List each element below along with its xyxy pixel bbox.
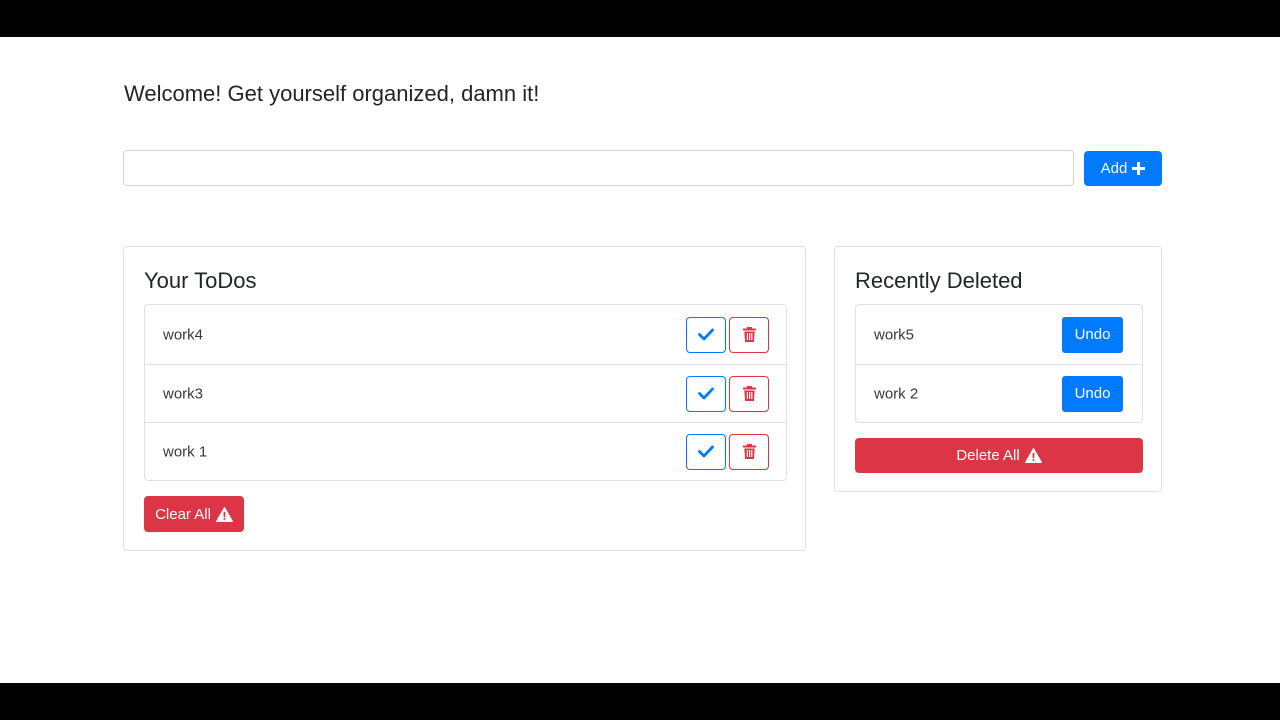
delete-button[interactable] [729,433,769,470]
complete-button[interactable] [686,316,726,353]
deleted-label: work 2 [874,385,919,402]
todo-input[interactable] [123,150,1074,186]
undo-button[interactable]: Undo [1062,375,1123,412]
list-item: work 1 [145,422,786,480]
deleted-card: Recently Deleted work5 Undo work 2 Undo … [834,246,1162,492]
todo-label: work 1 [163,443,208,460]
page-title: Welcome! Get yourself organized, damn it… [124,81,540,106]
bottom-letterbox [0,683,1280,720]
todos-card: Your ToDos work4 work3 work 1 Clear All [123,246,806,551]
clear-all-button[interactable]: Clear All [144,496,244,532]
todos-title: Your ToDos [144,268,257,293]
deleted-list: work5 Undo work 2 Undo [855,304,1143,423]
delete-all-button[interactable]: Delete All [855,438,1143,473]
trash-icon [742,327,756,342]
plus-icon [1132,162,1146,175]
todo-label: work4 [163,326,204,343]
warning-icon [215,506,233,522]
list-item: work4 [145,305,786,364]
list-item: work5 Undo [856,305,1142,364]
clear-all-label: Clear All [155,505,211,523]
list-item: work3 [145,364,786,422]
check-icon [698,445,714,458]
app-page: Welcome! Get yourself organized, damn it… [0,37,1280,683]
complete-button[interactable] [686,375,726,412]
complete-button[interactable] [686,433,726,470]
delete-button[interactable] [729,316,769,353]
undo-button[interactable]: Undo [1062,316,1123,353]
trash-icon [742,386,756,401]
delete-button[interactable] [729,375,769,412]
deleted-label: work5 [874,326,915,343]
delete-all-label: Delete All [956,447,1020,464]
trash-icon [742,444,756,459]
list-item: work 2 Undo [856,364,1142,422]
add-button-label: Add [1100,160,1128,177]
deleted-title: Recently Deleted [855,268,1023,293]
warning-icon [1024,448,1042,463]
check-icon [698,328,714,341]
top-letterbox [0,0,1280,37]
check-icon [698,387,714,400]
todo-label: work3 [163,385,204,402]
todo-list: work4 work3 work 1 [144,304,787,481]
add-button[interactable]: Add [1084,151,1162,186]
